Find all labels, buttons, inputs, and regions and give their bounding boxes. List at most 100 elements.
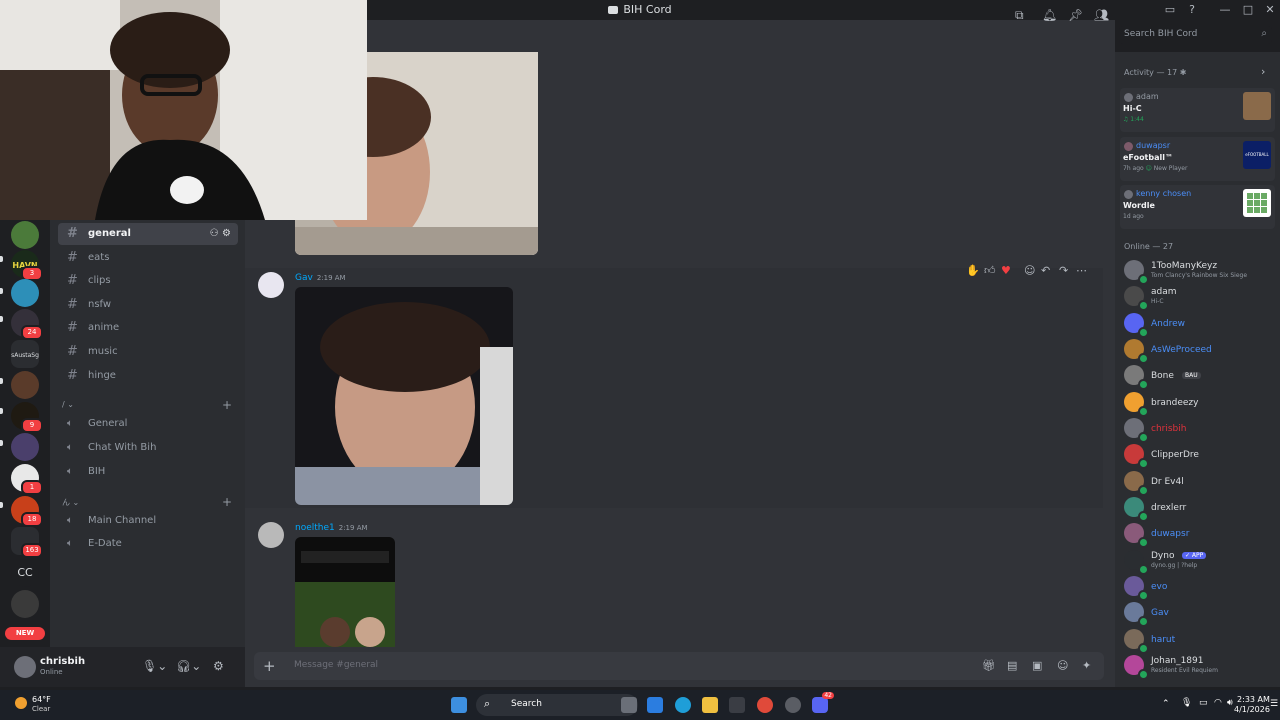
member-row[interactable]: Andrew [1123,312,1273,338]
channel-music[interactable]: # music [58,341,238,363]
settings-gear-icon[interactable]: ⚙ [213,659,224,673]
member-row[interactable]: chrisbih [1123,417,1273,443]
activity-card[interactable]: kenny chosen Wordle 1d ago [1120,185,1275,229]
message-composer[interactable]: + Message #general 🎁︎ ▤ ▣ ☺ ✦ [254,652,1104,680]
chrome-icon[interactable] [757,697,773,713]
voice-channel-e-date[interactable]: 🔈︎ E-Date [58,533,238,555]
server-icon[interactable] [11,590,39,618]
activity-card[interactable]: duwapsr eFootball™ 7h ago ☺︎ New Player … [1120,137,1275,181]
microphone-icon[interactable]: 🎙︎⌄ [142,659,167,673]
member-row[interactable]: Dr Ev4l [1123,470,1273,496]
close-button[interactable]: ✕ [1262,2,1278,18]
threads-icon[interactable]: ⧉ [1015,8,1024,23]
discord-icon[interactable]: 42 [812,692,834,713]
voice-category-header[interactable]: ん ⌄ [62,497,79,508]
add-reaction-icon[interactable]: ☺ [1024,264,1035,277]
message-author[interactable]: noelthe1 [295,523,335,533]
new-unreads-pill[interactable]: NEW [5,627,45,640]
headphones-icon[interactable]: 🎧︎⌄ [176,659,201,673]
sticker-icon[interactable]: ▣ [1032,659,1042,672]
server-icon[interactable]: 1 [11,464,43,495]
channel-general[interactable]: # general ⚇ ⚙ [58,223,238,245]
avatar[interactable] [258,272,284,298]
channel-eats[interactable]: # eats [58,247,238,269]
store-icon[interactable] [729,697,745,713]
image-attachment[interactable] [295,537,395,647]
edge-icon[interactable] [675,697,691,713]
app-icon[interactable] [785,697,801,713]
channel-nsfw[interactable]: # nsfw [58,294,238,316]
task-view-icon[interactable] [621,697,637,713]
image-attachment[interactable] [295,287,513,505]
server-icon[interactable] [11,433,39,461]
wifi-icon[interactable]: ◠ [1214,698,1222,708]
voice-category-header[interactable]: / ⌄ [62,400,74,409]
channel-anime[interactable]: # anime [58,317,238,339]
reaction-heart-icon[interactable]: ♥ [1001,264,1011,277]
network-icon[interactable]: ▭ [1199,698,1208,708]
member-row[interactable]: Johan_1891 Resident Evil Requiem [1123,654,1273,680]
server-cc[interactable]: CC [11,559,39,587]
taskbar-search[interactable]: ⌕ Search [476,694,638,716]
server-icon[interactable]: 9 [11,402,43,433]
member-row[interactable]: adam Hi-C [1123,285,1273,311]
file-explorer-icon[interactable] [702,697,718,713]
member-row[interactable]: Dyno ✓ APP dyno.gg | ?help [1123,549,1273,575]
member-row[interactable]: duwapsr [1123,522,1273,548]
reaction-thumbs-up-icon[interactable]: 👍︎ [984,264,996,277]
member-row[interactable]: harut [1123,628,1273,654]
member-row[interactable]: Bone BAU [1123,364,1273,390]
help-icon[interactable]: ? [1184,2,1200,18]
channel-clips[interactable]: # clips [58,270,238,292]
member-row[interactable]: 1TooManyKeyz Tom Clancy's Rainbow Six Sie… [1123,259,1273,285]
copilot-icon[interactable] [647,697,663,713]
server-icon[interactable]: 24 [11,309,43,340]
forward-icon[interactable]: ↷ [1059,264,1068,277]
member-row[interactable]: Gav [1123,601,1273,627]
more-options-icon[interactable]: ⋯ [1076,264,1087,277]
avatar[interactable] [258,522,284,548]
member-row[interactable]: ClipperDre [1123,443,1273,469]
windows-start-icon[interactable] [451,697,467,713]
chevron-right-icon[interactable]: › [1261,65,1265,78]
microphone-icon[interactable]: 🎙︎ [1181,698,1192,708]
folder-icon[interactable]: 163 [11,527,43,558]
create-channel-icon[interactable]: + [222,398,232,412]
member-row[interactable]: evo [1123,575,1273,601]
voice-channel-chat-with-bih[interactable]: 🔈︎ Chat With Bih [58,437,238,459]
member-row[interactable]: drexlerr [1123,496,1273,522]
server-icon[interactable]: 18 [11,496,43,527]
notification-bell-icon[interactable]: 🔔︎ [1042,8,1057,22]
server-icon[interactable]: sAustaSg [11,340,39,368]
apps-icon[interactable]: ✦ [1082,659,1091,672]
channel-hinge[interactable]: # hinge [58,365,238,387]
chevron-up-icon[interactable]: ⌃ [1162,699,1170,709]
notification-icon[interactable]: ☰ [1270,699,1278,709]
reaction-raised-hand-icon[interactable]: ✋ [966,264,980,277]
voice-channel-main[interactable]: 🔈︎ Main Channel [58,510,238,532]
avatar[interactable] [14,656,36,678]
emoji-icon[interactable]: ☺ [1057,659,1068,672]
server-icon[interactable] [11,371,39,399]
maximize-button[interactable]: □ [1240,2,1256,18]
server-icon[interactable] [11,221,39,249]
weather-moon-icon[interactable] [14,694,28,716]
reply-icon[interactable]: ↶ [1041,264,1050,277]
volume-icon[interactable]: 🔊︎ [1227,698,1233,708]
member-row[interactable]: AsWeProceed [1123,338,1273,364]
minimize-button[interactable]: — [1217,2,1233,18]
server-icon[interactable] [11,279,39,307]
search-input[interactable]: Search BIH Cord ⌕ [1119,26,1272,44]
gif-icon[interactable]: ▤ [1007,659,1017,672]
attach-plus-icon[interactable]: + [263,657,276,675]
gift-icon[interactable]: 🎁︎ [982,659,996,672]
system-clock[interactable]: 2:33 AM 4/1/2026 [1234,695,1270,715]
voice-channel-general[interactable]: 🔈︎ General [58,413,238,435]
create-channel-icon[interactable]: + [222,495,232,509]
member-row[interactable]: brandeezy [1123,391,1273,417]
channel-settings-icons[interactable]: ⚇ ⚙ [210,223,231,245]
message-author[interactable]: Gav [295,273,313,283]
server-icon[interactable]: HAVN 3 [11,250,43,281]
voice-channel-bih[interactable]: 🔈︎ BIH [58,461,238,483]
member-list-icon[interactable]: 👥︎ [1094,8,1109,22]
